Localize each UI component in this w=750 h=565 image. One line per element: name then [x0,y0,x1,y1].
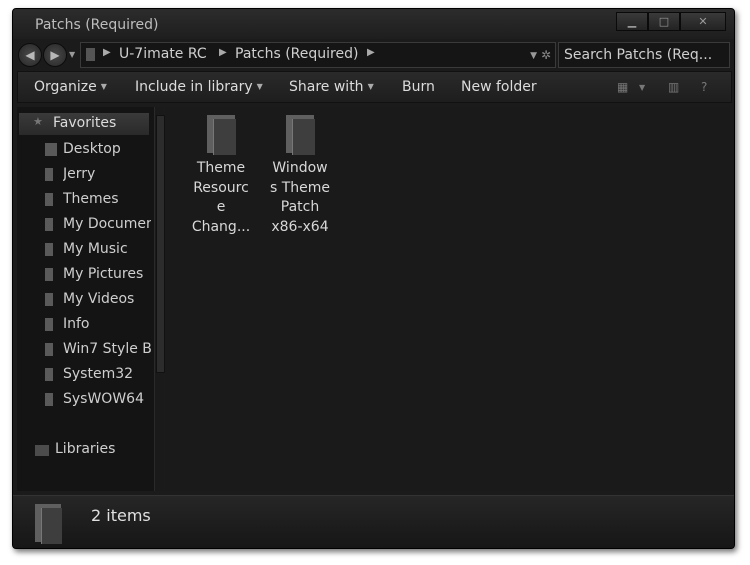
address-row: ◀ ▶ ▼ ▶ U-7imate RC ▶ Patchs (Required) … [13,39,734,71]
file-item-theme-resource-changer[interactable]: Theme Resourc e Chang... [187,113,255,237]
new-folder-button[interactable]: New folder [461,79,537,95]
file-list: Theme Resourc e Chang... Window s Theme … [165,107,730,491]
folder-icon [45,368,53,381]
folder-icon [45,193,53,206]
search-placeholder: Search Patchs (Req... [564,47,713,63]
organize-button[interactable]: Organize ▼ [34,79,107,95]
folder-icon [45,168,53,181]
folder-icon [45,318,53,331]
favorites-label[interactable]: Favorites [53,115,116,131]
desktop-icon [45,143,57,156]
views-dropdown[interactable]: ▼ [639,83,645,92]
back-arrow-icon: ◀ [25,48,35,62]
folder-icon [205,113,237,155]
explorer-window: Patchs (Required) ▁ □ ✕ ◀ ▶ ▼ ▶ U-7imate… [12,8,735,549]
folder-icon [35,504,62,544]
command-bar: Organize ▼ Include in library ▼ Share with… [17,71,732,103]
sidebar-item-my-documents[interactable]: My Documents [63,216,151,232]
forward-arrow-icon: ▶ [50,48,60,62]
folder-icon [45,393,53,406]
window-title: Patchs (Required) [35,17,159,33]
title-bar: Patchs (Required) ▁ □ ✕ [13,9,734,39]
folder-icon [45,293,53,306]
library-icon [35,445,49,456]
folder-icon [45,343,53,356]
breadcrumb-u7imate[interactable]: U-7imate RC [119,46,207,62]
minimize-button[interactable]: ▁ [616,12,648,31]
address-bar[interactable]: ▶ U-7imate RC ▶ Patchs (Required) ▶ ▼ ✲ [80,42,556,68]
preview-pane-icon[interactable]: ▥ [668,80,679,94]
file-item-label: Window s Theme Patch x86-x64 [269,160,331,235]
breadcrumb-separator[interactable]: ▶ [367,47,375,58]
breadcrumb-separator[interactable]: ▶ [219,47,227,58]
file-item-windows-theme-patch[interactable]: Window s Theme Patch x86-x64 [266,113,334,237]
refresh-icon[interactable]: ✲ [541,48,551,62]
help-icon[interactable]: ? [701,80,707,94]
scrollbar-thumb[interactable] [156,115,165,373]
folder-icon [284,113,316,155]
star-icon: ★ [33,115,43,128]
back-button[interactable]: ◀ [18,43,42,67]
burn-button[interactable]: Burn [402,79,435,95]
folder-icon [45,268,53,281]
window-controls: ▁ □ ✕ [616,12,726,31]
breadcrumb-patchs[interactable]: Patchs (Required) [235,46,358,62]
file-item-label: Theme Resourc e Chang... [191,160,251,235]
recent-pages-dropdown[interactable]: ▼ [69,50,75,59]
search-input[interactable]: Search Patchs (Req... [558,42,730,68]
folder-icon [45,243,53,256]
forward-button[interactable]: ▶ [43,43,67,67]
folder-icon [45,218,53,231]
close-button[interactable]: ✕ [680,12,726,31]
folder-icon [86,48,95,61]
maximize-button[interactable]: □ [648,12,680,31]
breadcrumb-separator[interactable]: ▶ [103,47,111,58]
item-count: 2 items [91,506,151,525]
navigation-scrollbar[interactable] [154,107,165,491]
sidebar-item-libraries[interactable]: Libraries [55,441,163,457]
sidebar-item-win7-style[interactable]: Win7 Style B [63,341,151,357]
views-icon[interactable]: ▦ [617,80,628,94]
share-with-button[interactable]: Share with ▼ [289,79,374,95]
details-pane: 2 items [13,495,734,548]
address-dropdown[interactable]: ▼ [530,51,537,61]
include-in-library-button[interactable]: Include in library ▼ [135,79,263,95]
navigation-pane: ★ Favorites Desktop Jerry Themes My Docu… [17,107,165,491]
